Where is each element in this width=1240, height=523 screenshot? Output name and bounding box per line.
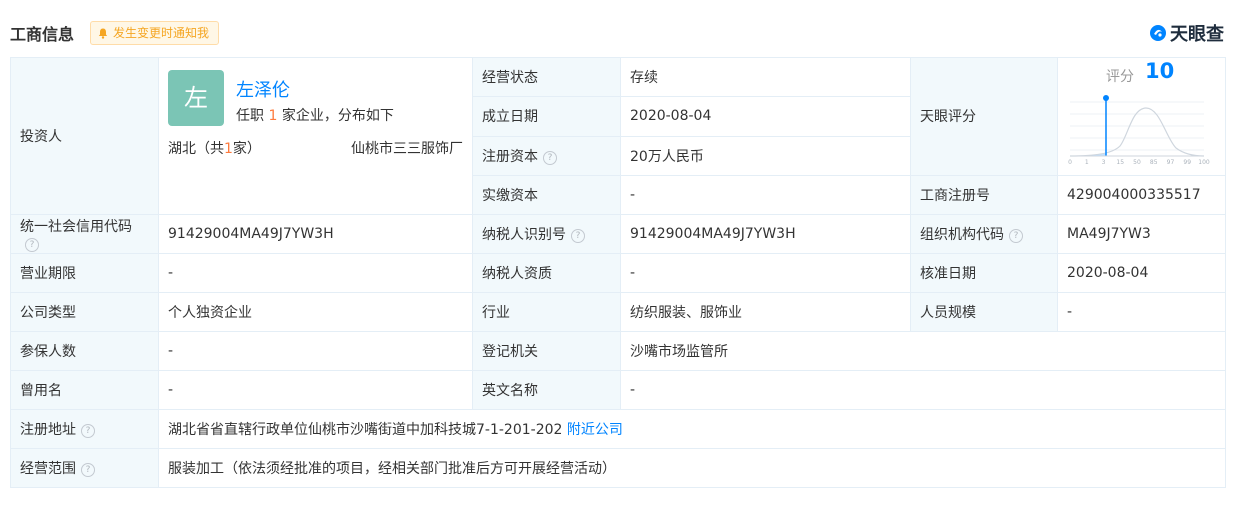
logo-text: 天眼查 [1170, 24, 1224, 45]
business-term-value: - [158, 253, 473, 293]
approval-date-label: 核准日期 [910, 253, 1058, 293]
investor-label: 投资人 [10, 57, 159, 215]
former-name-label: 曾用名 [10, 370, 159, 410]
score-axis-tick: 1 [1085, 159, 1089, 166]
org-code-value: MA49J7YW3 [1057, 214, 1226, 254]
help-icon[interactable]: ? [25, 238, 39, 252]
capital-label-text: 注册资本 [482, 148, 538, 165]
help-icon[interactable]: ? [571, 229, 585, 243]
taxpayer-id-label: 纳税人识别号? [472, 214, 621, 254]
industry-value: 纺织服装、服饰业 [620, 292, 911, 332]
reg-address-label-text: 注册地址 [20, 422, 76, 438]
business-scope-value: 服装加工（依法须经批准的项目，经相关部门批准后方可开展经营活动） [158, 448, 1226, 488]
status-label: 经营状态 [472, 56, 621, 98]
credit-code-label-text: 统一社会信用代码 [20, 219, 132, 235]
reg-authority-label: 登记机关 [472, 331, 621, 371]
org-code-label-text: 组织机构代码 [920, 227, 1004, 243]
former-name-value: - [158, 370, 473, 410]
score-value: 10 [1145, 59, 1175, 84]
notify-change-button[interactable]: 发生变更时通知我 [90, 21, 220, 45]
reg-address-label: 注册地址? [10, 409, 159, 449]
logo-mark-icon [1150, 25, 1166, 41]
score-distribution-chart: 0 1 3 15 50 85 97 99 100 [1068, 95, 1210, 166]
help-icon[interactable]: ? [1009, 229, 1023, 243]
notify-label: 发生变更时通知我 [113, 26, 210, 40]
company-count: 1 [268, 108, 278, 124]
tianyancha-logo: 天眼查 [1149, 20, 1224, 46]
taxpayer-qual-label: 纳税人资质 [472, 253, 621, 293]
summary-suffix: 家企业，分布如下 [281, 108, 394, 124]
english-name-label: 英文名称 [472, 370, 621, 410]
capital-value: 20万人民币 [620, 135, 911, 176]
region-count: 1 [224, 141, 233, 157]
investor-cell: 左 左泽伦 任职 1 家企业，分布如下 湖北（共1家） 仙桃市三三服饰厂 [158, 57, 473, 215]
staff-size-value: - [1057, 292, 1226, 332]
help-icon[interactable]: ? [81, 424, 95, 438]
credit-code-label: 统一社会信用代码? [10, 214, 159, 254]
tianyan-score-cell[interactable]: 评分 10 0 1 3 15 50 85 97 99 100 [1057, 57, 1226, 176]
distribution-curve [1069, 107, 1205, 157]
industry-label: 行业 [472, 292, 621, 332]
taxpayer-id-label-text: 纳税人识别号 [482, 227, 566, 243]
insured-label: 参保人数 [10, 331, 159, 371]
region-suffix: 家） [232, 141, 261, 157]
score-axis-tick: 0 [1068, 159, 1072, 166]
english-name-value: - [620, 370, 1226, 410]
business-scope-label-text: 经营范围 [20, 461, 76, 477]
chart-grid [1070, 101, 1204, 151]
business-term-label: 营业期限 [10, 253, 159, 293]
score-axis-tick: 15 [1116, 159, 1124, 166]
approval-date-value: 2020-08-04 [1057, 253, 1226, 293]
reg-address-value: 湖北省省直辖行政单位仙桃市沙嘴街道中加科技城7-1-201-202 [168, 422, 563, 438]
tianyan-score-label: 天眼评分 [910, 57, 1058, 176]
investor-name-link[interactable]: 左泽伦 [236, 76, 290, 102]
org-code-label: 组织机构代码? [910, 214, 1058, 254]
investor-summary: 任职 1 家企业，分布如下 [236, 105, 394, 125]
staff-size-label: 人员规模 [910, 292, 1058, 332]
score-axis-tick: 100 [1198, 159, 1210, 166]
investor-region: 湖北（共1家） [168, 138, 261, 158]
region-prefix: 湖北（共 [168, 141, 224, 157]
reg-number-label: 工商注册号 [910, 174, 1058, 216]
score-axis-tick: 50 [1133, 159, 1141, 166]
paid-capital-value: - [620, 174, 911, 216]
credit-code-value: 91429004MA49J7YW3H [158, 214, 473, 254]
taxpayer-id-value: 91429004MA49J7YW3H [620, 214, 911, 254]
taxpayer-qual-value: - [620, 253, 911, 293]
score-marker-dot [1103, 95, 1109, 102]
score-axis-tick: 85 [1150, 159, 1158, 166]
avatar[interactable]: 左 [168, 70, 224, 126]
investor-company-link[interactable]: 仙桃市三三服饰厂 [351, 138, 463, 158]
founded-value: 2020-08-04 [620, 96, 911, 137]
status-value: 存续 [620, 56, 911, 98]
section-title: 工商信息 [10, 25, 75, 44]
business-info-table: 投资人 左 左泽伦 任职 1 家企业，分布如下 湖北（共1家） 仙桃市三三服饰厂… [10, 56, 1226, 488]
help-icon[interactable]: ? [543, 150, 557, 165]
capital-label: 注册资本? [472, 135, 621, 176]
company-type-value: 个人独资企业 [158, 292, 473, 332]
founded-label: 成立日期 [472, 96, 621, 137]
score-axis-tick: 3 [1102, 159, 1106, 166]
company-type-label: 公司类型 [10, 292, 159, 332]
section-header: 工商信息 发生变更时通知我 天眼查 [0, 0, 1240, 54]
nearby-companies-link[interactable]: 附近公司 [567, 422, 623, 438]
score-head: 评分 [1106, 69, 1134, 86]
reg-address-cell: 湖北省省直辖行政单位仙桃市沙嘴街道中加科技城7-1-201-202 附近公司 [158, 409, 1226, 449]
bell-icon [98, 28, 108, 39]
help-icon[interactable]: ? [81, 463, 95, 477]
paid-capital-label: 实缴资本 [472, 174, 621, 216]
summary-prefix: 任职 [236, 108, 264, 124]
reg-authority-value: 沙嘴市场监管所 [620, 331, 1226, 371]
business-scope-label: 经营范围? [10, 448, 159, 488]
insured-value: - [158, 331, 473, 371]
reg-number-value: 429004000335517 [1057, 174, 1226, 216]
score-axis-tick: 97 [1167, 159, 1175, 166]
score-axis-tick: 99 [1183, 159, 1191, 166]
